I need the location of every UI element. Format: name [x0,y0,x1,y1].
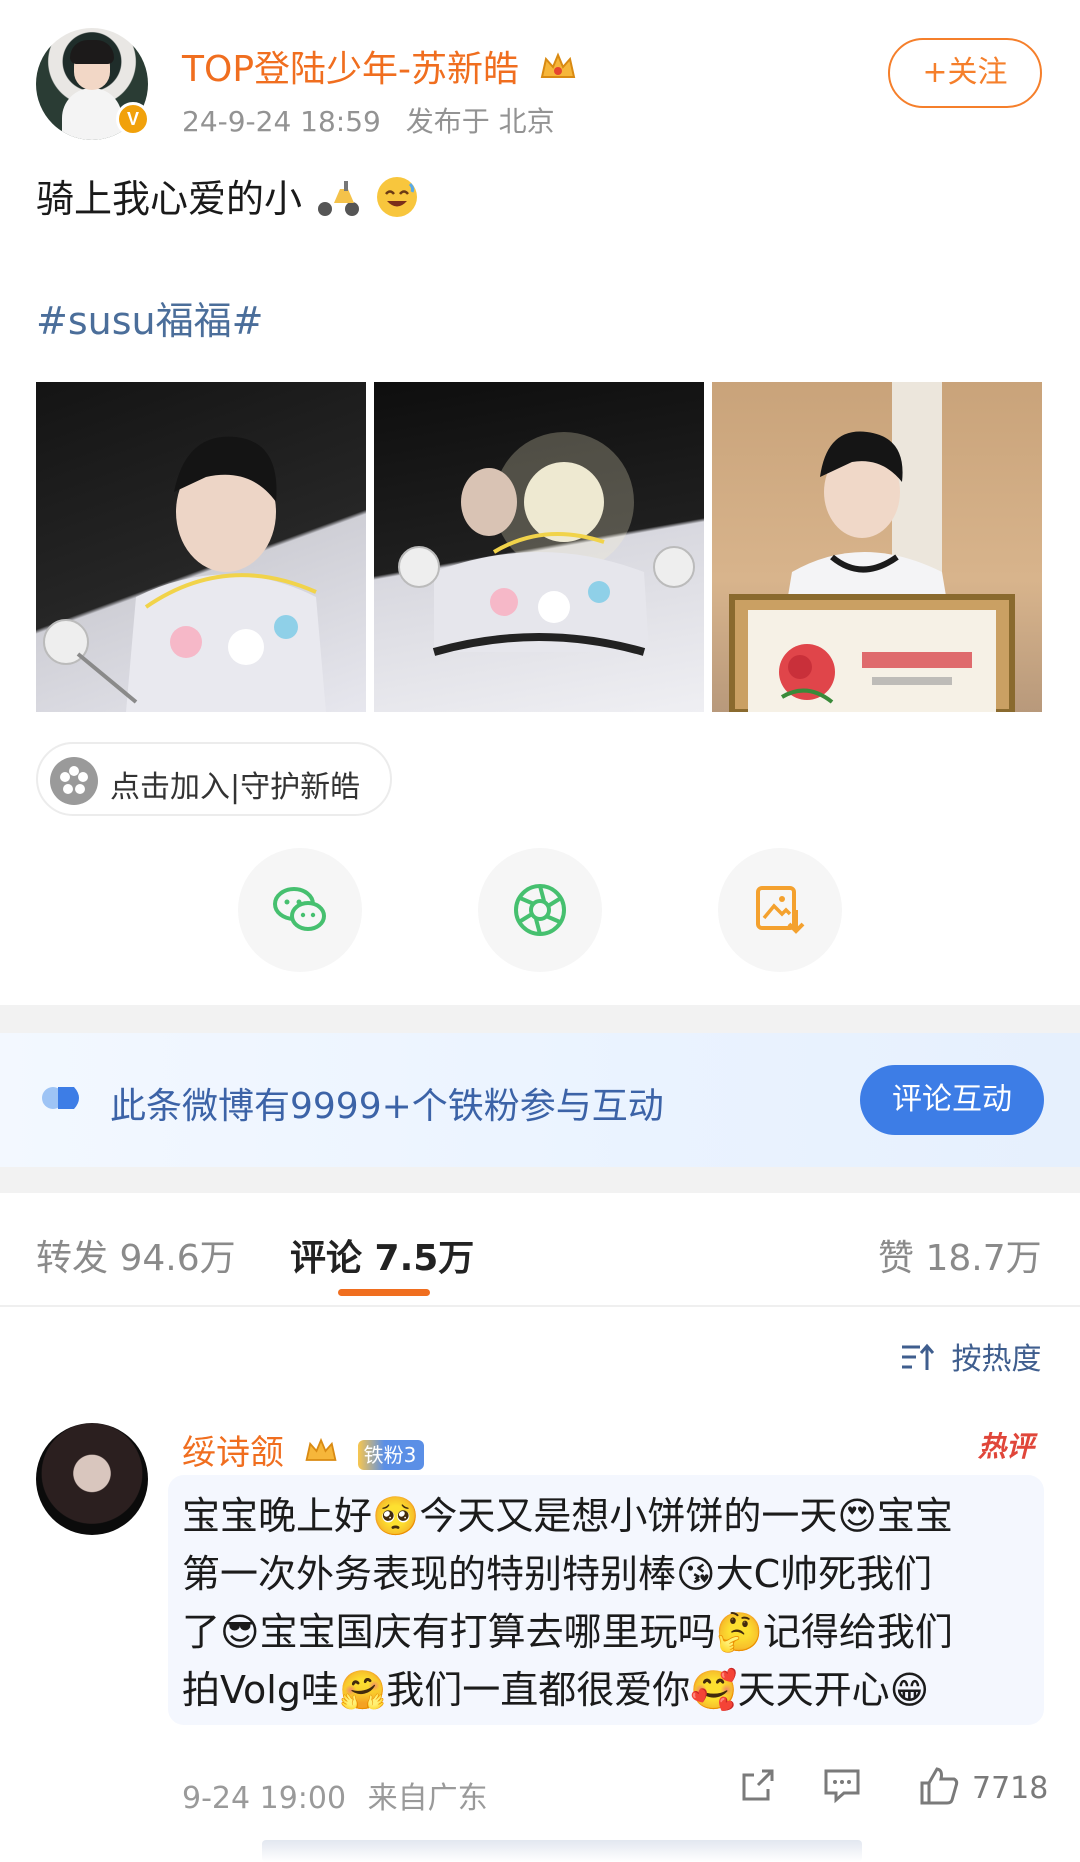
comment-time: 9-24 19:00 [182,1781,347,1816]
like-icon[interactable] [918,1765,960,1811]
like-count: 7718 [972,1771,1049,1806]
author-name[interactable]: TOP登陆少年-苏新皓 [182,40,578,92]
post-text: 骑上我心爱的小 [36,168,420,229]
section-divider [0,1005,1080,1033]
comment-interact-button[interactable]: 评论互动 [860,1065,1044,1135]
author-avatar[interactable]: V [36,28,150,140]
active-tab-indicator [338,1289,430,1296]
post-photo-2[interactable] [374,382,704,712]
fan-level-badge: 铁粉3 [357,1439,425,1470]
join-fan-group-chip[interactable]: 点击加入|守护新皓 [36,742,392,816]
crown-icon [303,1435,339,1475]
comment-meta: 9-24 19:00 来自广东 [182,1773,488,1817]
tab-comments[interactable]: 评论 7.5万 [290,1229,474,1281]
post-text-content: 骑上我心爱的小 [36,177,303,221]
verified-badge-icon: V [116,102,150,136]
follow-button[interactable]: +关注 [888,38,1042,108]
more-replies-peek [0,1830,1080,1862]
save-image-button[interactable] [718,848,842,972]
comment-author-name: 绥诗颔 [182,1433,284,1473]
post-meta: 24-9-24 18:59 发布于 北京 [182,100,555,140]
comment-actions: 7718 [738,1765,1048,1815]
post-photo-1[interactable] [36,382,366,712]
moments-icon [514,884,566,936]
join-label: 点击加入|守护新皓 [110,770,361,805]
comment-line: 拍Volg哇🤗我们一直都很爱你🥰天天开心😁 [182,1668,930,1712]
section-divider [0,1167,1080,1193]
sort-control[interactable]: 按热度 [900,1334,1042,1380]
comment-body[interactable]: 宝宝晚上好🥺今天又是想小饼饼的一天😍宝宝 第一次外务表现的特别特别棒😘大C帅死我… [168,1475,1044,1725]
comment-author[interactable]: 绥诗颔 铁粉3 [182,1425,425,1475]
author-name-text: TOP登陆少年-苏新皓 [182,49,520,90]
post-location: 发布于 北京 [405,105,555,138]
comment-item: 绥诗颔 铁粉3 热评 宝宝晚上好🥺今天又是想小饼饼的一天😍宝宝 第一次外务表现的… [0,1405,1080,1825]
post-header: V TOP登陆少年-苏新皓 24-9-24 18:59 发布于 北京 +关注 [0,0,1080,150]
tab-likes[interactable]: 赞 18.7万 [878,1229,1042,1281]
fans-banner-text: 此条微博有9999+个铁粉参与互动 [110,1086,664,1127]
comment-line: 第一次外务表现的特别特别棒😘大C帅死我们 [182,1552,933,1596]
share-wechat-button[interactable] [238,848,362,972]
crown-icon [538,51,578,92]
post-photos [36,382,1044,712]
tab-repost[interactable]: 转发 94.6万 [36,1229,236,1281]
comment-line: 了😎宝宝国庆有打算去哪里玩吗🤔记得给我们 [182,1610,953,1654]
scooter-icon [314,175,362,228]
laugh-emoji-icon [374,174,420,229]
comment-location: 来自广东 [367,1781,488,1816]
hot-comment-badge: 热评 [978,1430,1035,1463]
fans-interaction-banner: 此条微博有9999+个铁粉参与互动 评论互动 [0,1033,1080,1167]
avatar[interactable] [36,1423,148,1535]
post-timestamp: 24-9-24 18:59 [182,105,381,138]
post-photo-3[interactable] [712,382,1042,712]
interaction-tabs: 转发 94.6万 评论 7.5万 赞 18.7万 [0,1193,1080,1307]
sort-label: 按热度 [951,1342,1042,1377]
sort-icon [900,1342,935,1380]
share-icon[interactable] [738,1765,778,1809]
fan-group-icon [50,757,98,805]
share-row [0,848,1080,972]
fans-banner-icon [40,1081,86,1119]
comment-line: 宝宝晚上好🥺今天又是想小饼饼的一天😍宝宝 [182,1494,953,1538]
save-image-icon [756,886,805,934]
share-moments-button[interactable] [478,848,602,972]
comment-icon[interactable] [822,1765,862,1809]
post-hashtag[interactable]: #susu福福# [36,290,263,345]
wechat-icon [273,887,326,931]
